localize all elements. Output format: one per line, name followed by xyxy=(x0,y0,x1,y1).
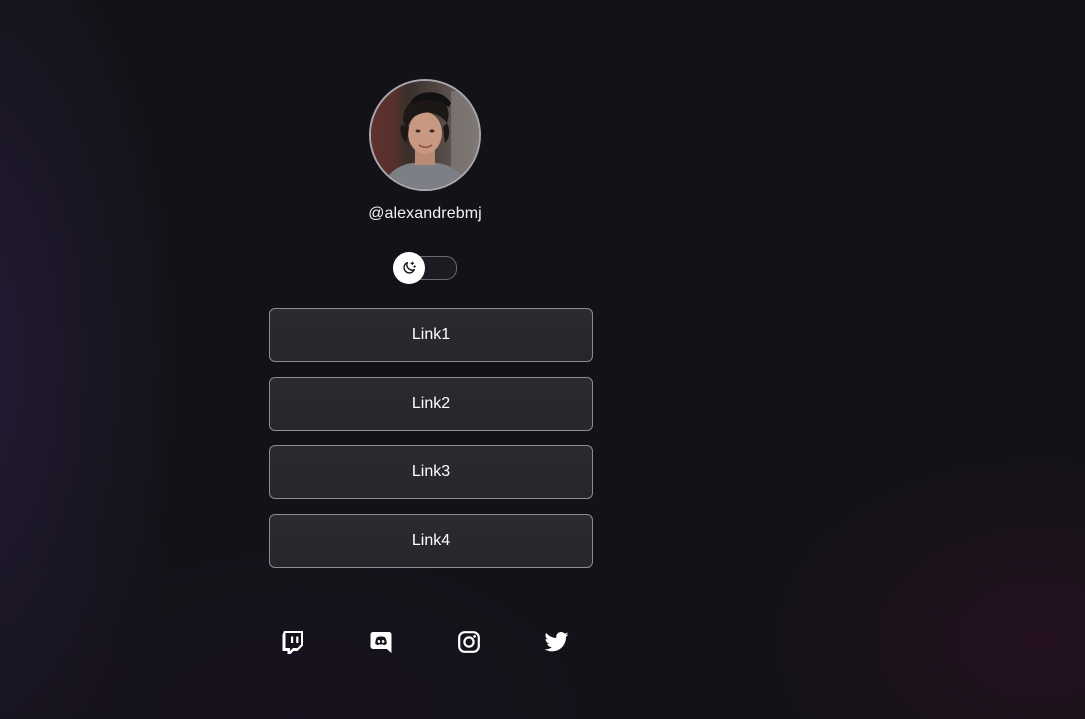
username: @alexandrebmj xyxy=(368,205,482,222)
link-button-3[interactable]: Link3 xyxy=(269,445,593,499)
moon-stars-icon xyxy=(403,261,416,274)
instagram-icon xyxy=(458,631,480,653)
discord-icon xyxy=(370,632,392,653)
link-button-2[interactable]: Link2 xyxy=(269,377,593,431)
link-button-4[interactable]: Link4 xyxy=(269,514,593,568)
twitch-link[interactable] xyxy=(281,630,305,654)
twitch-icon xyxy=(282,631,303,654)
twitter-icon xyxy=(545,632,569,652)
profile-photo xyxy=(371,81,479,189)
discord-link[interactable] xyxy=(369,630,393,654)
instagram-link[interactable] xyxy=(457,630,481,654)
profile-card: @alexandrebmj Link1 Link2 Link3 Link4 xyxy=(269,0,593,719)
theme-toggle[interactable] xyxy=(393,252,457,284)
link-button-1[interactable]: Link1 xyxy=(269,308,593,362)
toggle-knob[interactable] xyxy=(393,252,425,284)
avatar xyxy=(369,79,481,191)
twitter-link[interactable] xyxy=(545,630,569,654)
